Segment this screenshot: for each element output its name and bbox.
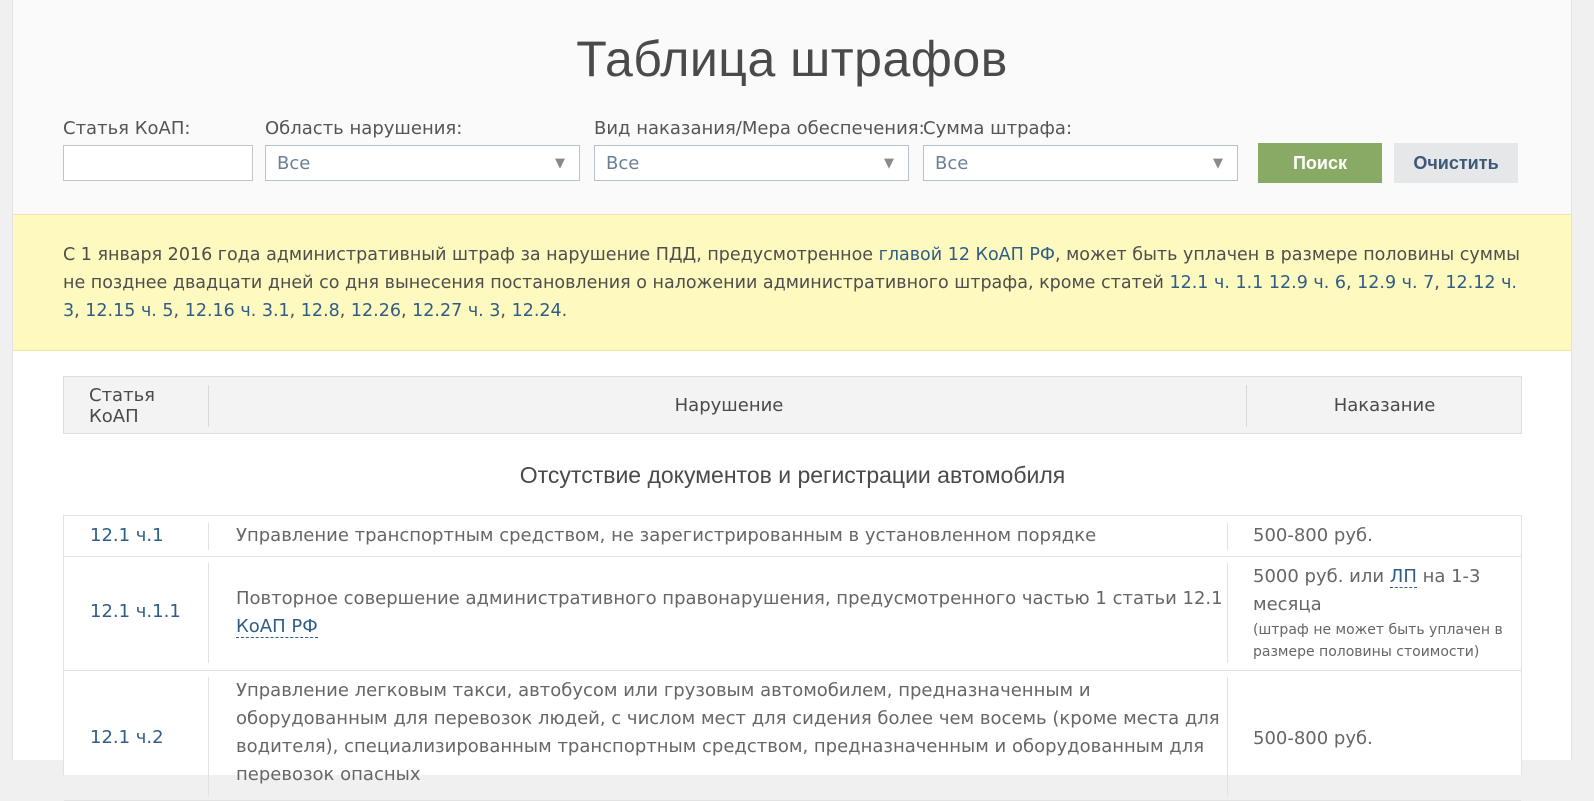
header-punishment: Наказание — [1333, 395, 1436, 416]
article-input[interactable] — [63, 145, 253, 181]
chevron-down-icon: ▼ — [1213, 156, 1223, 171]
article-link[interactable]: 12.9 ч. 7 — [1357, 273, 1434, 293]
koap-link[interactable]: КоАП РФ — [236, 616, 318, 638]
punishment-select[interactable]: Все ▼ — [594, 145, 909, 181]
punishment-text: 5000 руб. или ЛП на 1-3 месяца (штраф не … — [1253, 563, 1503, 663]
table-header: Статья КоАП Нарушение Наказание — [63, 376, 1522, 434]
page-container: Таблица штрафов Статья КоАП: Область нар… — [12, 0, 1572, 801]
column-divider — [1227, 563, 1228, 663]
punishment-filter-label: Вид наказания/Мера обеспечения: — [594, 118, 925, 139]
lp-link[interactable]: ЛП — [1389, 566, 1417, 588]
column-divider — [208, 563, 209, 663]
violation-text: Управление легковым такси, автобусом или… — [236, 680, 1220, 785]
punishment-text-part: 5000 руб. или — [1253, 566, 1390, 587]
header-violation: Нарушение — [674, 395, 784, 416]
article-link[interactable]: 12.24 — [512, 301, 562, 321]
table-row: 12.1 ч.1.1 Повторное совершение админист… — [64, 557, 1521, 671]
article-link[interactable]: 12.15 ч. 5 — [85, 301, 173, 321]
punishment-note: (штраф не может быть уплачен в размере п… — [1253, 622, 1503, 660]
punishment-text: 500-800 руб. — [1253, 728, 1373, 749]
notice-banner: С 1 января 2016 года административный шт… — [13, 214, 1571, 351]
page-title: Таблица штрафов — [576, 31, 1008, 87]
chapter-link[interactable]: главой 12 КоАП РФ — [879, 245, 1055, 265]
chevron-down-icon: ▼ — [555, 156, 565, 171]
header-article: Статья КоАП — [89, 385, 156, 427]
notice-text-end: . — [561, 301, 568, 321]
table-row: 12.1 ч.1 Управление транспортным средств… — [64, 516, 1521, 557]
article-link[interactable]: 12.1 ч.1.1 — [90, 601, 181, 622]
column-divider — [1227, 677, 1228, 797]
article-link[interactable]: 12.27 ч. 3 — [412, 301, 500, 321]
area-select[interactable]: Все ▼ — [265, 145, 580, 181]
article-link[interactable]: 12.16 ч. 3.1 — [185, 301, 290, 321]
column-divider — [208, 677, 209, 797]
violation-text: Повторное совершение административного п… — [236, 585, 1226, 641]
article-link[interactable]: 12.8 — [301, 301, 340, 321]
article-link[interactable]: 12.9 ч. 6 — [1269, 273, 1346, 293]
violation-text: Управление транспортным средством, не за… — [236, 525, 1097, 546]
search-button[interactable]: Поиск — [1258, 143, 1382, 183]
area-select-value: Все — [277, 153, 311, 174]
clear-button[interactable]: Очистить — [1394, 143, 1518, 183]
fines-table: 12.1 ч.1 Управление транспортным средств… — [63, 515, 1522, 801]
header-divider — [208, 385, 209, 427]
punishment-select-value: Все — [606, 153, 640, 174]
notice-text: С 1 января 2016 года административный шт… — [63, 245, 1520, 321]
article-link[interactable]: 12.26 — [351, 301, 401, 321]
article-link[interactable]: 12.1 ч.2 — [90, 727, 164, 748]
column-divider — [1227, 523, 1228, 550]
amount-select-value: Все — [935, 153, 969, 174]
notice-text-part: С 1 января 2016 года административный шт… — [63, 245, 879, 265]
amount-filter-label: Сумма штрафа: — [923, 118, 1073, 139]
filter-panel: Таблица штрафов Статья КоАП: Область нар… — [13, 0, 1571, 214]
section-title: Отсутствие документов и регистрации авто… — [519, 462, 1066, 488]
article-link[interactable]: 12.1 ч.1 — [90, 525, 164, 546]
area-filter-label: Область нарушения: — [265, 118, 463, 139]
table-row: 12.1 ч.2 Управление легковым такси, авто… — [64, 671, 1521, 801]
chevron-down-icon: ▼ — [884, 156, 894, 171]
punishment-text: 500-800 руб. — [1253, 525, 1373, 546]
violation-text-part: Повторное совершение административного п… — [236, 588, 1223, 609]
article-link[interactable]: 12.1 ч. 1.1 — [1169, 273, 1263, 293]
amount-select[interactable]: Все ▼ — [923, 145, 1238, 181]
article-filter-label: Статья КоАП: — [63, 118, 191, 139]
column-divider — [208, 523, 209, 550]
